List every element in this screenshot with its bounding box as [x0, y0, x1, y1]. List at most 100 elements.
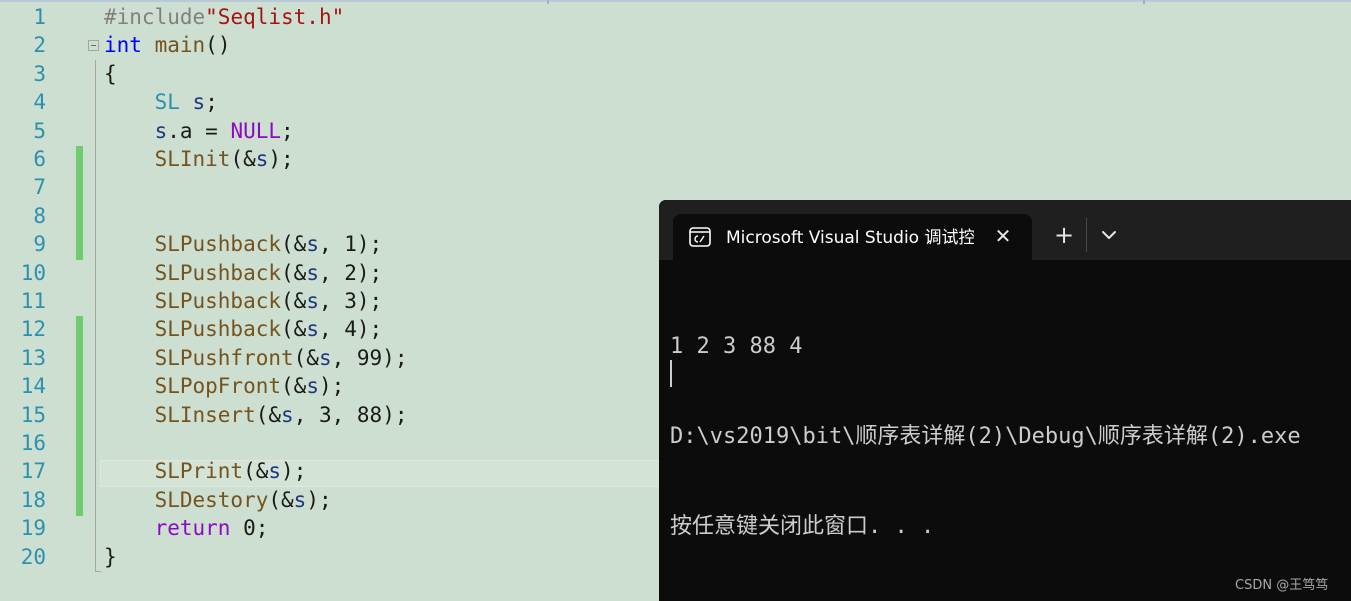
- code-line[interactable]: SL s;: [104, 88, 218, 116]
- change-marker: [76, 401, 83, 431]
- code-line[interactable]: SLInit(&s);: [104, 145, 294, 173]
- code-token: s: [268, 459, 282, 484]
- code-token: {: [104, 61, 117, 86]
- terminal-output-line: 1 2 3 88 4: [670, 334, 803, 359]
- change-marker: [76, 344, 83, 374]
- tab-separator: [1086, 218, 1087, 252]
- code-token: NULL: [230, 118, 282, 143]
- code-token: SLPushback: [154, 232, 282, 257]
- code-token: (&: [281, 232, 307, 257]
- code-line[interactable]: SLPushback(&s, 1);: [104, 230, 383, 258]
- code-token: SLPushback: [154, 260, 282, 285]
- text-cursor: [670, 360, 672, 387]
- change-marker: [76, 316, 83, 346]
- code-token: , 2);: [318, 260, 383, 285]
- line-number: 7: [33, 175, 46, 200]
- code-line[interactable]: SLPushback(&s, 4);: [104, 315, 383, 343]
- code-token: s: [306, 260, 319, 285]
- code-line[interactable]: SLPushback(&s, 3);: [104, 287, 383, 315]
- code-line[interactable]: #include"Seqlist.h": [104, 3, 344, 31]
- change-marker: [76, 373, 83, 403]
- code-token: s: [154, 118, 168, 143]
- code-token: , 4);: [318, 317, 383, 342]
- code-token: (&: [281, 317, 307, 342]
- code-line[interactable]: }: [104, 543, 117, 571]
- code-token: (&: [268, 487, 294, 512]
- code-line[interactable]: return 0;: [104, 514, 269, 542]
- code-token: int: [104, 33, 142, 58]
- code-line[interactable]: s.a = NULL;: [104, 117, 294, 145]
- collapse-toggle-icon[interactable]: [88, 40, 99, 51]
- code-token: SLDestory: [154, 487, 269, 512]
- code-token: );: [306, 487, 332, 512]
- code-line[interactable]: SLInsert(&s, 3, 88);: [104, 401, 408, 429]
- terminal-tab-bar: Microsoft Visual Studio 调试控制台 ✕ +: [659, 200, 1351, 260]
- change-marker: [76, 146, 83, 175]
- code-token: SLInsert: [154, 402, 256, 427]
- code-line[interactable]: SLPrint(&s);: [104, 457, 307, 485]
- code-token: (&: [230, 147, 256, 171]
- line-number: 20: [20, 544, 46, 569]
- code-token: ;: [281, 118, 294, 143]
- code-token: SLPopFront: [154, 374, 282, 399]
- code-token: );: [268, 147, 294, 171]
- line-number: 2: [33, 33, 46, 58]
- code-line[interactable]: SLDestory(&s);: [104, 486, 332, 514]
- change-marker: [76, 458, 83, 488]
- code-token: SLPushback: [154, 317, 282, 342]
- code-token: (&: [255, 402, 282, 427]
- code-line[interactable]: SLPopFront(&s);: [104, 372, 345, 400]
- code-line[interactable]: int main(): [104, 31, 230, 59]
- code-token: (&: [281, 260, 307, 285]
- close-icon[interactable]: ✕: [991, 224, 1015, 248]
- code-token: (&: [281, 374, 307, 399]
- editor-top-border: [0, 0, 1351, 2]
- code-token: 0;: [230, 516, 269, 541]
- code-token: s: [318, 345, 332, 370]
- terminal-output-line: 按任意键关闭此窗口. . .: [670, 514, 935, 539]
- code-line[interactable]: {: [104, 60, 117, 88]
- terminal-output[interactable]: 1 2 3 88 4 D:\vs2019\bit\顺序表详解(2)\Debug\…: [670, 272, 1351, 601]
- change-marker: [76, 486, 83, 516]
- code-token: , 3);: [318, 289, 383, 313]
- code-token: , 3, 88);: [293, 402, 408, 427]
- line-number: 11: [20, 289, 46, 313]
- code-token: .a =: [167, 118, 231, 143]
- line-number: 10: [20, 260, 46, 285]
- line-number: 14: [20, 374, 46, 399]
- line-number: 18: [20, 487, 46, 512]
- code-token: return: [154, 516, 231, 541]
- code-token: s: [306, 289, 319, 313]
- terminal-output-line: D:\vs2019\bit\顺序表详解(2)\Debug\顺序表详解(2).ex…: [670, 424, 1301, 449]
- line-number: 6: [33, 147, 46, 171]
- code-token: "Seqlist.h": [205, 5, 345, 29]
- debug-console-window[interactable]: Microsoft Visual Studio 调试控制台 ✕ + 1 2 3 …: [659, 200, 1351, 601]
- line-number: 19: [20, 516, 46, 541]
- terminal-tab-title: Microsoft Visual Studio 调试控制台: [726, 228, 974, 248]
- code-token: s: [306, 317, 319, 342]
- code-line[interactable]: SLPushback(&s, 2);: [104, 259, 383, 287]
- line-number: 16: [20, 431, 46, 455]
- line-number: 5: [33, 118, 46, 143]
- code-token: SLPrint: [154, 459, 244, 484]
- terminal-tab[interactable]: Microsoft Visual Studio 调试控制台 ✕: [673, 214, 1032, 260]
- code-token: s: [281, 402, 294, 427]
- change-marker: [76, 430, 83, 459]
- chevron-down-icon[interactable]: [1097, 222, 1121, 248]
- code-line[interactable]: SLPushfront(&s, 99);: [104, 344, 408, 372]
- code-token: s: [306, 374, 319, 399]
- new-tab-button[interactable]: +: [1051, 222, 1077, 248]
- line-number: 13: [20, 345, 46, 370]
- fold-guide-end: [95, 571, 101, 572]
